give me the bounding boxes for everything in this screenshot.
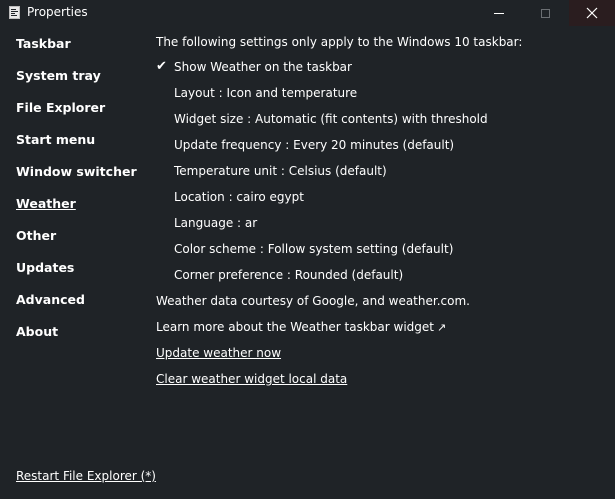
maximize-button[interactable] (522, 0, 568, 26)
sidebar-item-taskbar[interactable]: Taskbar (16, 36, 146, 68)
minimize-icon (494, 12, 504, 14)
sidebar-item-about[interactable]: About (16, 324, 146, 356)
learn-more-label: Learn more about the Weather taskbar wid… (156, 320, 434, 334)
setting-location[interactable]: Location : cairo egypt (174, 188, 304, 206)
setting-update-frequency[interactable]: Update frequency : Every 20 minutes (def… (174, 136, 454, 154)
document-icon (9, 6, 20, 19)
sidebar-item-system-tray[interactable]: System tray (16, 68, 146, 100)
setting-widget-size[interactable]: Widget size : Automatic (fit contents) w… (174, 110, 488, 128)
close-button[interactable] (569, 0, 615, 26)
sidebar-item-other[interactable]: Other (16, 228, 146, 260)
checkmark-icon: ✔ (156, 59, 167, 74)
title-bar[interactable]: Properties (0, 0, 615, 26)
setting-corner-preference[interactable]: Corner preference : Rounded (default) (174, 266, 403, 284)
setting-color-scheme[interactable]: Color scheme : Follow system setting (de… (174, 240, 453, 258)
external-link-arrow-icon: ↗ (437, 321, 447, 334)
sidebar-item-start-menu[interactable]: Start menu (16, 132, 146, 164)
setting-layout[interactable]: Layout : Icon and temperature (174, 84, 357, 102)
sidebar-item-window-switcher[interactable]: Window switcher (16, 164, 146, 196)
sidebar-item-updates[interactable]: Updates (16, 260, 146, 292)
clear-weather-data-link[interactable]: Clear weather widget local data (156, 370, 347, 388)
restart-file-explorer-link[interactable]: Restart File Explorer (*) (16, 469, 156, 483)
show-weather-checkbox[interactable]: ✔ Show Weather on the taskbar (156, 58, 352, 76)
sidebar-item-file-explorer[interactable]: File Explorer (16, 100, 146, 132)
attribution-text: Weather data courtesy of Google, and wea… (156, 294, 470, 308)
window-title: Properties (27, 5, 88, 19)
show-weather-label: Show Weather on the taskbar (174, 60, 352, 74)
sidebar-nav: Taskbar System tray File Explorer Start … (16, 36, 146, 356)
learn-more-link[interactable]: Learn more about the Weather taskbar wid… (156, 318, 446, 336)
maximize-icon (540, 8, 550, 18)
setting-temperature-unit[interactable]: Temperature unit : Celsius (default) (174, 162, 387, 180)
sidebar-item-advanced[interactable]: Advanced (16, 292, 146, 324)
close-icon (586, 7, 598, 19)
setting-language[interactable]: Language : ar (174, 214, 257, 232)
minimize-button[interactable] (476, 0, 522, 26)
section-header: The following settings only apply to the… (156, 35, 523, 49)
sidebar-item-weather[interactable]: Weather (16, 196, 146, 228)
update-weather-now-link[interactable]: Update weather now (156, 344, 281, 362)
properties-window: Properties Taskbar System tray File Expl… (0, 0, 615, 499)
